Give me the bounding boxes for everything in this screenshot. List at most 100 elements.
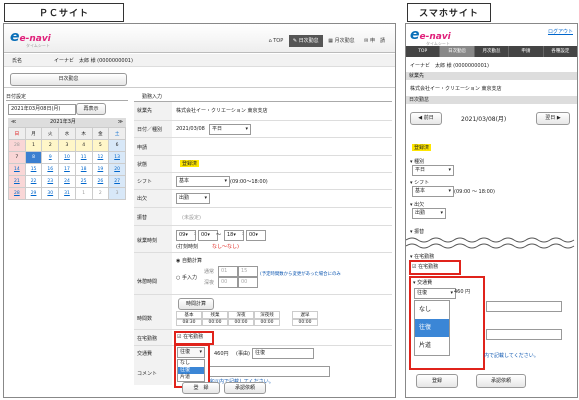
cal-day[interactable]: 6 xyxy=(108,139,126,152)
cal-day[interactable]: 17 xyxy=(58,163,76,176)
sp-type-select[interactable]: 平日 ▾ xyxy=(412,165,454,176)
cal-day[interactable]: 30 xyxy=(41,187,60,200)
cal-day[interactable]: 25 xyxy=(74,175,93,188)
sp-logo[interactable]: ee-navi タイムシート xyxy=(410,27,451,47)
sp-approve-button[interactable]: 承認依頼 xyxy=(476,374,526,388)
cal-day[interactable]: 28 xyxy=(8,187,26,200)
cal-day[interactable]: 9 xyxy=(41,151,60,164)
cal-day[interactable]: 22 xyxy=(24,175,43,188)
start-min[interactable]: 00▾ xyxy=(198,230,218,241)
cal-day[interactable]: 7 xyxy=(8,151,26,164)
cal-day[interactable]: 5 xyxy=(91,139,110,152)
calc-button[interactable]: 時間計算 xyxy=(178,298,214,310)
sp-register-button[interactable]: 登録 xyxy=(416,374,458,388)
cal-day[interactable]: 23 xyxy=(41,175,60,188)
sp-next-button[interactable]: 翌日 ▶ xyxy=(536,112,570,125)
transport-reason-input[interactable]: 往復 xyxy=(252,348,314,359)
cal-day[interactable]: 15 xyxy=(24,163,43,176)
cal-day[interactable]: 4 xyxy=(74,139,93,152)
auto-calc-radio[interactable]: ◉ 自動計算 xyxy=(176,257,202,264)
calendar-next[interactable]: ≫ xyxy=(118,118,123,127)
dropdown-option[interactable]: 片道 xyxy=(178,374,204,381)
start-hour[interactable]: 09▾ xyxy=(176,230,196,241)
sp-prev-button[interactable]: ◀ 前日 xyxy=(410,112,442,125)
pc-logo[interactable]: ee-navi タイムシート xyxy=(10,29,51,49)
sp-absence-select[interactable]: 出勤 ▾ xyxy=(412,208,446,219)
sp-remote-checkbox[interactable]: ☑ 在宅勤務 xyxy=(412,264,438,270)
comment-input[interactable] xyxy=(204,366,330,377)
redisplay-button[interactable]: 再表示 xyxy=(76,103,106,115)
cal-day[interactable]: 19 xyxy=(91,163,110,176)
status-label: 状態 xyxy=(137,162,148,168)
sp-tab-top[interactable]: TOP xyxy=(406,46,441,57)
transport-select[interactable]: 往復 ▾ xyxy=(177,347,205,358)
cal-day[interactable]: 10 xyxy=(58,151,76,164)
break-normal-hour[interactable]: 01 xyxy=(218,266,238,277)
absence-value: 出勤 xyxy=(179,195,190,201)
cal-day[interactable]: 28 xyxy=(8,139,26,152)
sp-shift-select[interactable]: 基本 ▾ xyxy=(412,186,454,197)
sp-tab-daily[interactable]: 日次勤怠 xyxy=(440,46,475,57)
logout-link[interactable]: ログアウト xyxy=(548,28,573,35)
break-label: 休憩時間 xyxy=(137,279,158,285)
hours-head-cell: 深夜残 xyxy=(254,311,280,319)
date-input[interactable]: 2021年03月08日(月) xyxy=(8,104,76,115)
nav-apply[interactable]: ✉ 申 請 xyxy=(360,35,389,47)
absence-select[interactable]: 出勤 ▾ xyxy=(176,193,210,204)
manual-radio[interactable]: ○ 手入力 xyxy=(176,274,197,281)
hours-val-cell: 00:00 xyxy=(228,319,254,326)
cal-day[interactable]: 27 xyxy=(108,175,126,188)
cal-day[interactable]: 3 xyxy=(58,139,76,152)
cal-day[interactable]: 1 xyxy=(24,139,43,152)
tab-daily[interactable]: 日次勤怠 xyxy=(10,73,127,86)
transport-amount: 460円 xyxy=(214,351,229,357)
end-hour[interactable]: 18▾ xyxy=(224,230,244,241)
cal-day[interactable]: 20 xyxy=(108,163,126,176)
sp-tab-monthly[interactable]: 月次勤怠 xyxy=(475,46,510,57)
break-late-min[interactable]: 00 xyxy=(238,277,258,288)
row-sep xyxy=(134,207,392,208)
sp-transport-input[interactable] xyxy=(486,301,562,312)
cal-day[interactable]: 18 xyxy=(74,163,93,176)
sp-dropdown-option-selected[interactable]: 往復 xyxy=(415,319,449,337)
sp-tab-apply[interactable]: 申請 xyxy=(509,46,544,57)
break-late-hour[interactable]: 00 xyxy=(218,277,238,288)
sp-dropdown-option[interactable]: 片道 xyxy=(415,337,449,355)
sp-tab-settings[interactable]: 各種設定 xyxy=(544,46,577,57)
cal-day[interactable]: 16 xyxy=(41,163,60,176)
cal-day[interactable]: 3 xyxy=(108,187,126,200)
break-normal-min[interactable]: 15 xyxy=(238,266,258,277)
cal-day[interactable]: 12 xyxy=(91,151,110,164)
shift-select[interactable]: 基本 ▾ xyxy=(176,176,230,187)
nav-daily[interactable]: ✎ 日次勤怠 xyxy=(288,35,323,47)
sp-date: 2021/03/08(月) xyxy=(461,116,507,123)
dropdown-option-selected[interactable]: 往復 xyxy=(178,367,204,374)
remote-checkbox[interactable]: ☑ 在宅勤務 xyxy=(177,334,203,340)
colon: : xyxy=(242,231,244,237)
cal-day[interactable]: 24 xyxy=(58,175,76,188)
sp-shift-value: 基本 xyxy=(415,188,426,194)
day-type-select[interactable]: 平日 ▾ xyxy=(209,124,251,135)
cal-day[interactable]: 1 xyxy=(74,187,93,200)
nav-monthly[interactable]: ▦ 月次勤怠 xyxy=(324,35,358,47)
nav-top[interactable]: ⌂ TOP xyxy=(264,35,287,47)
cal-day[interactable]: 21 xyxy=(8,175,26,188)
calendar-month: 2021年3月 xyxy=(50,119,76,125)
cal-day[interactable]: 31 xyxy=(58,187,76,200)
cal-day[interactable]: 2 xyxy=(91,187,110,200)
cal-day[interactable]: 29 xyxy=(24,187,43,200)
cal-day[interactable]: 2 xyxy=(41,139,60,152)
cal-day[interactable]: 26 xyxy=(91,175,110,188)
cal-day[interactable]: 11 xyxy=(74,151,93,164)
register-button[interactable]: 登 録 xyxy=(182,382,220,394)
approve-button[interactable]: 承認依頼 xyxy=(224,382,266,394)
cal-day[interactable]: 13 xyxy=(108,151,126,164)
sp-dropdown-option[interactable]: なし xyxy=(415,301,449,319)
end-min[interactable]: 00▾ xyxy=(246,230,266,241)
sp-transport-select[interactable]: 往復 ▾ xyxy=(414,288,456,299)
cal-day[interactable]: 14 xyxy=(8,163,26,176)
dropdown-option[interactable]: なし xyxy=(178,360,204,367)
cal-day-selected[interactable]: 8 xyxy=(24,151,43,164)
calendar-prev[interactable]: ≪ xyxy=(11,118,16,127)
sp-comment-input[interactable] xyxy=(486,329,562,340)
